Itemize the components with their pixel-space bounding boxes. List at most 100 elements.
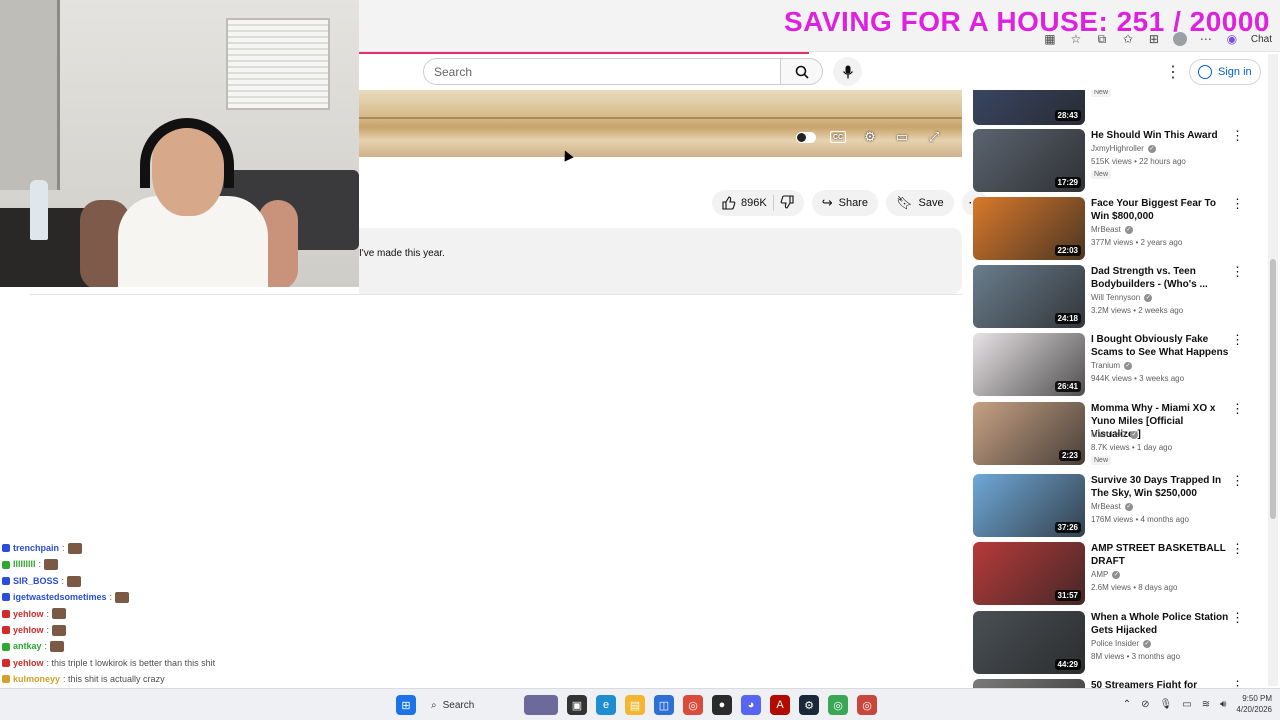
video-options-kebab-icon[interactable]: ⋮ <box>1231 129 1244 142</box>
taskbar-search[interactable]: ⌕ Search <box>425 693 515 717</box>
chrome-profile-icon[interactable]: ◎ <box>828 695 848 715</box>
video-thumbnail[interactable]: 44:29 <box>973 611 1085 674</box>
video-title[interactable]: Survive 30 Days Trapped In The Sky, Win … <box>1091 474 1231 500</box>
sign-in-button[interactable]: Sign in <box>1189 59 1261 85</box>
settings-kebab-icon[interactable]: ⋮ <box>1165 62 1181 82</box>
recommended-video-card[interactable]: 50 Streamers Fight for ⋮ <box>973 679 1269 688</box>
video-meta: 944K views • 3 weeks ago <box>1091 374 1185 383</box>
search-input[interactable]: Search <box>423 58 781 85</box>
voice-search-button[interactable] <box>833 57 862 86</box>
windows-taskbar: ⊞ ⌕ Search ▣ e ▤ ◫ ◎ ● ◕ A ⚙ ◎ ◎ ⌃ ⊘ 🎙︎ … <box>0 688 1280 720</box>
video-options-kebab-icon[interactable]: ⋮ <box>1231 611 1244 624</box>
fullscreen-button[interactable]: ⤢ <box>924 128 944 146</box>
video-title[interactable]: I Bought Obviously Fake Scams to See Wha… <box>1091 333 1231 359</box>
video-title[interactable]: He Should Win This Award <box>1091 129 1231 142</box>
channel-name[interactable]: Miami XO ✓ <box>1091 430 1139 439</box>
search-button[interactable] <box>781 58 823 85</box>
obs-icon[interactable]: ● <box>712 695 732 715</box>
page-scrollbar[interactable] <box>1268 54 1278 686</box>
file-explorer-icon[interactable]: ▤ <box>625 695 645 715</box>
edge-browser-icon[interactable]: e <box>596 695 616 715</box>
video-options-kebab-icon[interactable]: ⋮ <box>1231 542 1244 555</box>
tray-chevron-icon[interactable]: ⌃ <box>1123 699 1131 710</box>
task-view-icon[interactable]: ▣ <box>567 695 587 715</box>
description-box[interactable]: I've made this year. <box>359 228 962 294</box>
acrobat-icon[interactable]: A <box>770 695 790 715</box>
taskbar-clock[interactable]: 9:50 PM 4/20/2026 <box>1236 693 1272 715</box>
volume-icon[interactable]: 🔊︎ <box>1220 699 1226 710</box>
channel-name[interactable]: MrBeast ✓ <box>1091 502 1133 511</box>
video-title[interactable]: When a Whole Police Station Gets Hijacke… <box>1091 611 1231 637</box>
verified-check-icon: ✓ <box>1124 361 1133 370</box>
video-duration: 22:03 <box>1054 245 1081 256</box>
widgets-icon[interactable] <box>524 695 558 715</box>
video-options-kebab-icon[interactable]: ⋮ <box>1231 265 1244 278</box>
video-thumbnail[interactable]: 37:26 <box>973 474 1085 537</box>
video-options-kebab-icon[interactable]: ⋮ <box>1231 333 1244 346</box>
video-player[interactable]: CC ⚙ ▭ ⤢ <box>359 90 962 157</box>
chat-message: lllllllll: <box>2 556 362 572</box>
video-thumbnail[interactable]: 24:18 <box>973 265 1085 328</box>
wifi-icon[interactable]: ≋ <box>1202 699 1210 710</box>
video-title[interactable]: AMP STREET BASKETBALL DRAFT <box>1091 542 1231 568</box>
channel-name[interactable]: AMP ✓ <box>1091 570 1121 579</box>
chat-message-text: : <box>46 625 50 636</box>
video-meta: 8.7K views • 1 day ago <box>1091 443 1173 452</box>
recommended-video-card[interactable]: 26:41 I Bought Obviously Fake Scams to Se… <box>973 333 1269 397</box>
store-icon[interactable]: ◫ <box>654 695 674 715</box>
share-button[interactable]: ↪ Share <box>811 190 878 216</box>
chat-message: kulmoneyy: this shit is actually crazy <box>2 671 362 687</box>
subtitles-button[interactable]: CC <box>828 128 848 146</box>
dislike-button[interactable] <box>780 194 794 212</box>
recommended-video-card[interactable]: 2:23 Momma Why - Miami XO x Yuno Miles [O… <box>973 402 1269 466</box>
like-button[interactable]: 896K <box>722 196 767 210</box>
video-title[interactable]: Face Your Biggest Fear To Win $800,000 <box>1091 197 1231 223</box>
video-thumbnail[interactable]: 22:03 <box>973 197 1085 260</box>
autoplay-toggle[interactable] <box>796 128 816 146</box>
video-thumbnail[interactable]: 2:23 <box>973 402 1085 465</box>
video-options-kebab-icon[interactable]: ⋮ <box>1231 402 1244 415</box>
windows-start-icon[interactable]: ⊞ <box>396 695 416 715</box>
recommended-video-card[interactable]: 37:26 Survive 30 Days Trapped In The Sky,… <box>973 474 1269 538</box>
chat-username: yehlow <box>13 625 44 636</box>
display-icon[interactable]: ▭ <box>1182 699 1191 710</box>
recommended-video-card[interactable]: 44:29 When a Whole Police Station Gets Hi… <box>973 611 1269 675</box>
video-thumbnail[interactable]: 17:29 <box>973 129 1085 192</box>
scrollbar-thumb[interactable] <box>1270 259 1276 519</box>
channel-name[interactable]: MrBeast ✓ <box>1091 225 1133 234</box>
video-thumbnail[interactable]: 26:41 <box>973 333 1085 396</box>
channel-name[interactable]: Will Tennyson ✓ <box>1091 293 1153 302</box>
recommended-video-card[interactable]: 28:43Schlep✓161K views • 9 hours agoNew⋮ <box>973 90 1269 126</box>
video-thumbnail[interactable]: 28:43 <box>973 90 1085 125</box>
video-frame-stripe <box>359 117 962 119</box>
steam-icon[interactable]: ⚙ <box>799 695 819 715</box>
chrome-alt-icon[interactable]: ◎ <box>857 695 877 715</box>
save-button[interactable]: 🔖︎ Save <box>885 190 954 216</box>
video-title[interactable]: Dad Strength vs. Teen Bodybuilders - (Wh… <box>1091 265 1231 291</box>
video-thumbnail[interactable]: 31:57 <box>973 542 1085 605</box>
microphone-tray-icon[interactable]: 🎙︎ <box>1160 699 1173 710</box>
chrome-icon[interactable]: ◎ <box>683 695 703 715</box>
video-options-kebab-icon[interactable]: ⋮ <box>1231 679 1244 688</box>
chat-message: yehlow: <box>2 622 362 638</box>
chat-username: lllllllll <box>13 559 36 570</box>
clock-time: 9:50 PM <box>1242 694 1272 703</box>
video-options-kebab-icon[interactable]: ⋮ <box>1231 474 1244 487</box>
theater-mode-button[interactable]: ▭ <box>892 128 912 146</box>
video-meta: 3.2M views • 2 weeks ago <box>1091 306 1184 315</box>
recommended-video-card[interactable]: 24:18 Dad Strength vs. Teen Bodybuilders … <box>973 265 1269 329</box>
recommended-video-card[interactable]: 17:29 He Should Win This Award JxmyHighrol… <box>973 129 1269 193</box>
verified-check-icon: ✓ <box>1147 144 1156 153</box>
chat-badge-icon <box>2 675 10 684</box>
channel-name[interactable]: Tranium ✓ <box>1091 361 1133 370</box>
settings-button[interactable]: ⚙ <box>860 128 880 146</box>
video-options-kebab-icon[interactable]: ⋮ <box>1231 197 1244 210</box>
channel-name[interactable]: JxmyHighroller ✓ <box>1091 144 1156 153</box>
channel-name[interactable]: Police Insider ✓ <box>1091 639 1152 648</box>
network-icon[interactable]: ⊘ <box>1141 699 1149 710</box>
video-title[interactable]: 50 Streamers Fight for <box>1091 679 1231 688</box>
recommended-video-card[interactable]: 22:03 Face Your Biggest Fear To Win $800,… <box>973 197 1269 261</box>
recommended-video-card[interactable]: 31:57 AMP STREET BASKETBALL DRAFT AMP ✓ 2.6M… <box>973 542 1269 606</box>
discord-icon[interactable]: ◕ <box>741 695 761 715</box>
video-thumbnail[interactable] <box>973 679 1085 688</box>
